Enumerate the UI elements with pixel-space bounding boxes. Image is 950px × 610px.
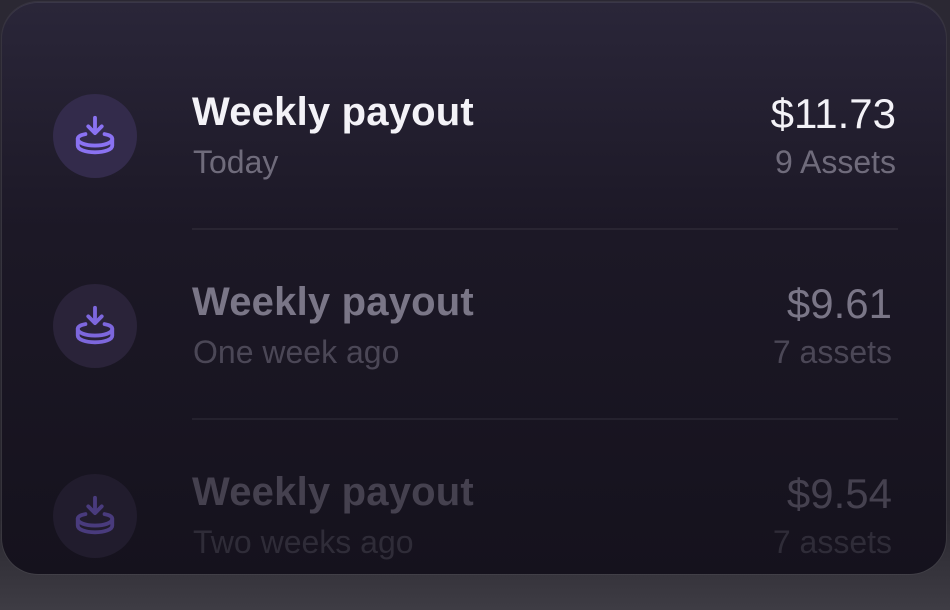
download-stack-icon (53, 284, 137, 368)
payout-asset-count: 9 Assets (775, 144, 896, 180)
payout-row[interactable]: Weekly payout Today $11.73 9 Assets (2, 40, 946, 230)
payout-amount: $11.73 (770, 90, 896, 137)
payout-date: Two weeks ago (193, 524, 414, 560)
payout-date: Today (193, 144, 279, 180)
download-stack-icon (53, 474, 137, 558)
payout-title: Weekly payout (192, 90, 474, 134)
download-stack-icon (53, 94, 137, 178)
payout-row[interactable]: Weekly payout Two weeks ago $9.54 7 asse… (2, 420, 946, 574)
payout-title: Weekly payout (192, 470, 474, 514)
payout-amount: $9.54 (786, 470, 892, 517)
payout-asset-count: 7 assets (772, 524, 892, 560)
payout-history-card: Weekly payout Today $11.73 9 Assets Week… (2, 2, 946, 574)
payout-row[interactable]: Weekly payout One week ago $9.61 7 asset… (2, 230, 946, 420)
screen: Weekly payout Today $11.73 9 Assets Week… (0, 0, 950, 610)
payout-amount: $9.61 (786, 280, 892, 327)
payout-title: Weekly payout (192, 280, 474, 324)
payout-date: One week ago (193, 334, 400, 370)
payout-asset-count: 7 assets (772, 334, 892, 370)
